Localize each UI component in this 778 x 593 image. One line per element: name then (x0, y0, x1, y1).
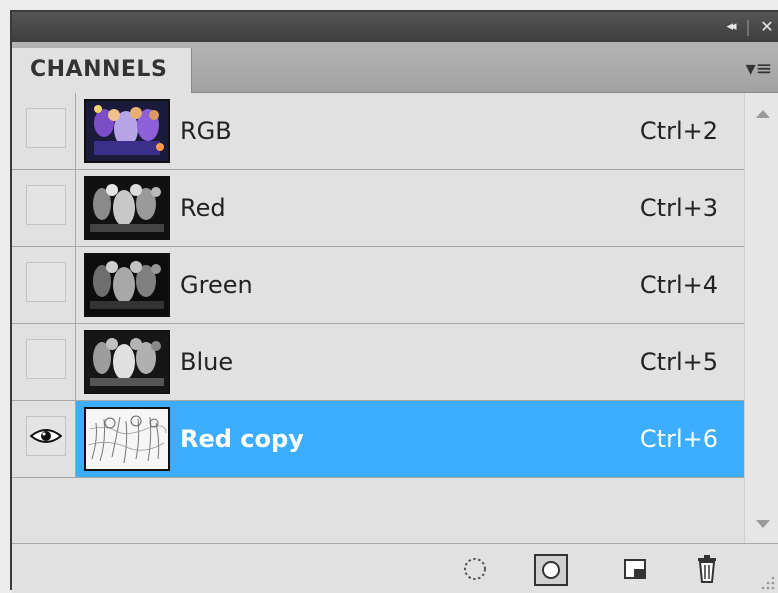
visibility-box[interactable] (26, 262, 66, 302)
channel-list: RGB Ctrl+2 Red Ctrl+3 Green Ctrl+4 Blue … (12, 93, 744, 543)
channel-row-blue[interactable]: Blue Ctrl+5 (12, 324, 744, 401)
visibility-toggle[interactable] (12, 247, 76, 323)
channel-row-rgb[interactable]: RGB Ctrl+2 (12, 93, 744, 170)
resize-grip-icon[interactable] (758, 573, 776, 591)
channel-thumbnail-blue (84, 330, 170, 394)
visibility-toggle[interactable] (12, 93, 76, 169)
channels-panel: ◂◂ | ✕ CHANNELS ▾≡ RGB Ctrl+2 Red Ctrl+3… (10, 10, 778, 593)
channel-name: Red (180, 194, 226, 222)
visibility-toggle[interactable] (12, 324, 76, 400)
channel-row-red[interactable]: Red Ctrl+3 (12, 170, 744, 247)
visibility-box[interactable] (26, 339, 66, 379)
panel-titlebar[interactable]: ◂◂ | ✕ (12, 12, 778, 42)
load-selection-icon[interactable] (460, 554, 490, 584)
channel-shortcut: Ctrl+3 (639, 194, 718, 222)
new-channel-icon[interactable] (620, 554, 650, 584)
eye-icon[interactable] (30, 427, 62, 445)
channel-thumbnail-red-copy (84, 407, 170, 471)
visibility-toggle[interactable] (12, 170, 76, 246)
visibility-box[interactable] (26, 185, 66, 225)
channel-row-red-copy[interactable]: Red copy Ctrl+6 (12, 401, 744, 478)
vertical-scrollbar[interactable] (744, 93, 778, 543)
channel-shortcut: Ctrl+6 (639, 425, 718, 453)
scroll-down-icon[interactable] (753, 517, 773, 531)
delete-channel-icon[interactable] (692, 554, 722, 584)
collapse-icon[interactable]: ◂◂ (718, 17, 742, 37)
titlebar-separator: | (745, 17, 751, 36)
channel-thumbnail-red (84, 176, 170, 240)
channel-name: Green (180, 271, 253, 299)
visibility-toggle[interactable] (12, 401, 76, 477)
close-icon[interactable]: ✕ (756, 17, 778, 37)
bottom-toolbar (12, 543, 778, 593)
channel-shortcut: Ctrl+4 (639, 271, 718, 299)
scroll-up-icon[interactable] (753, 107, 773, 121)
channel-name: RGB (180, 117, 232, 145)
channel-name: Red copy (180, 425, 304, 453)
tab-bar: CHANNELS ▾≡ (12, 42, 778, 93)
tab-channels[interactable]: CHANNELS (12, 48, 192, 93)
channel-thumbnail-green (84, 253, 170, 317)
channel-row-green[interactable]: Green Ctrl+4 (12, 247, 744, 324)
channel-thumbnail-rgb (84, 99, 170, 163)
save-selection-icon[interactable] (534, 554, 568, 586)
channel-shortcut: Ctrl+5 (639, 348, 718, 376)
visibility-box[interactable] (26, 108, 66, 148)
channel-name: Blue (180, 348, 234, 376)
panel-menu-icon[interactable]: ▾≡ (744, 56, 774, 80)
channel-shortcut: Ctrl+2 (639, 117, 718, 145)
